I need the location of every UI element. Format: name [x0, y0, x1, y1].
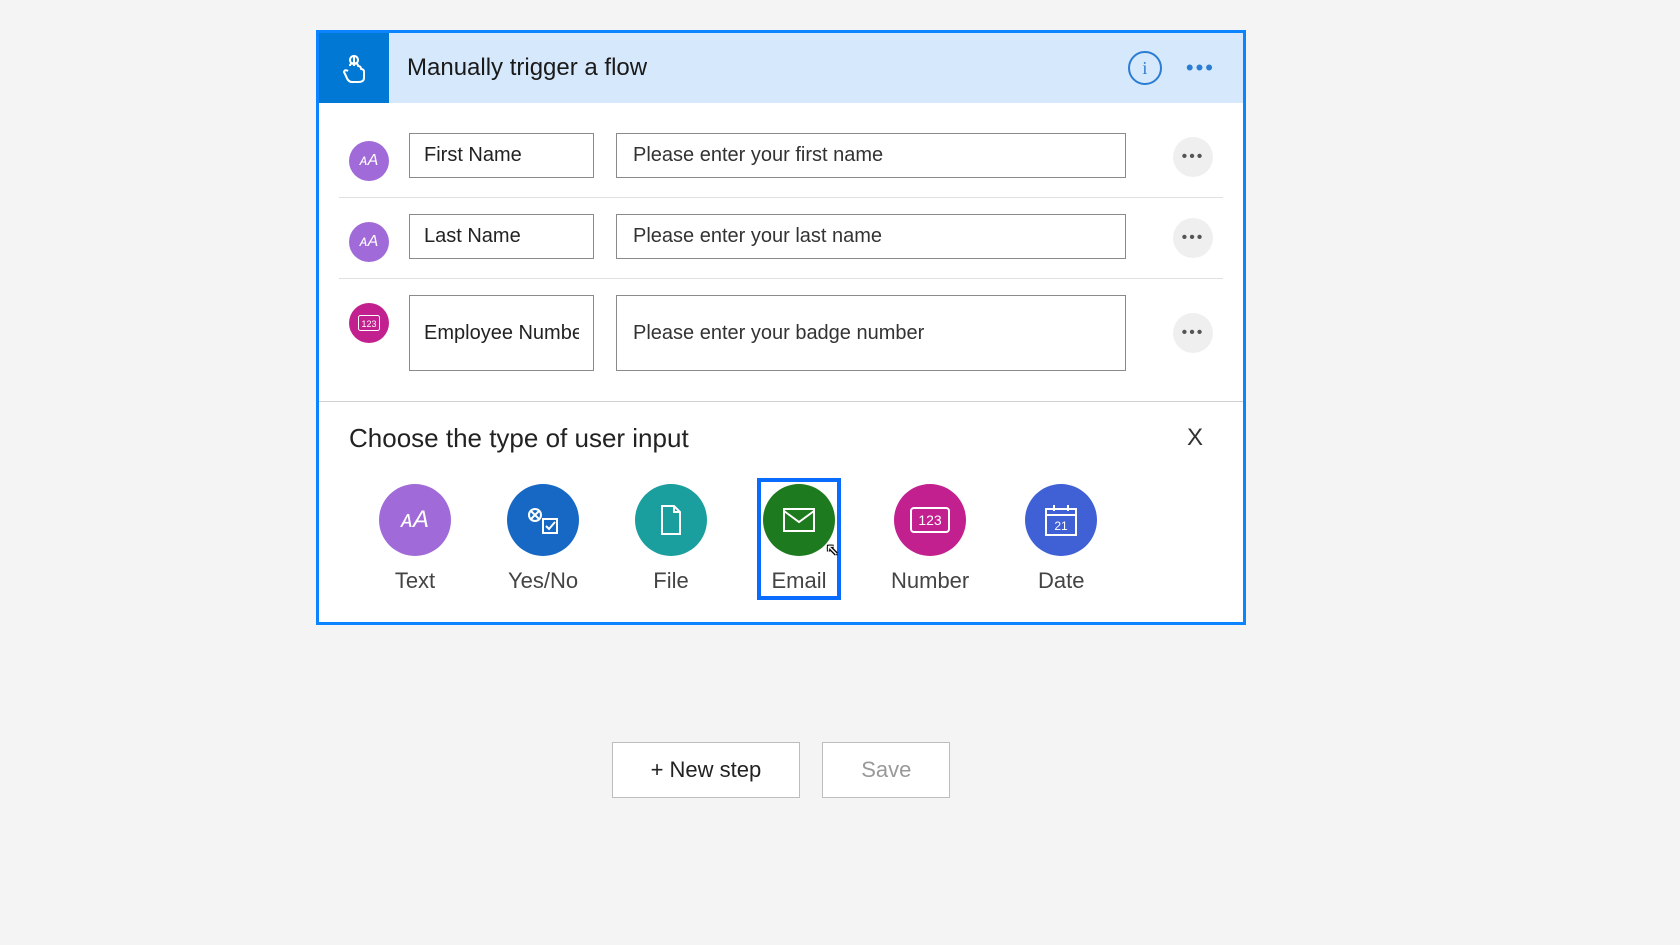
- svg-text:21: 21: [1055, 519, 1069, 533]
- employee-number-placeholder-input[interactable]: [616, 295, 1126, 371]
- save-button[interactable]: Save: [822, 742, 950, 798]
- input-rows: ᴀA ••• ᴀA ••• 123 •••: [319, 103, 1243, 387]
- text-icon: ᴀA: [379, 484, 451, 556]
- row-more-icon[interactable]: •••: [1173, 137, 1213, 177]
- new-step-button[interactable]: + New step: [612, 742, 801, 798]
- input-row-employee-number: 123 •••: [339, 278, 1223, 387]
- date-icon: 21: [1025, 484, 1097, 556]
- number-icon: 123: [894, 484, 966, 556]
- number-type-icon: 123: [349, 303, 389, 343]
- choose-type-label: Choose the type of user input: [349, 423, 689, 454]
- choose-type-panel: Choose the type of user input X ᴀA Text …: [319, 402, 1243, 622]
- type-option-email[interactable]: ↖ Email: [757, 478, 841, 600]
- type-label: Email: [771, 568, 826, 594]
- type-label: Text: [395, 568, 435, 594]
- type-label: Yes/No: [508, 568, 578, 594]
- yesno-icon: [507, 484, 579, 556]
- type-label: Number: [891, 568, 969, 594]
- input-row-last-name: ᴀA •••: [339, 197, 1223, 278]
- row-more-icon[interactable]: •••: [1173, 218, 1213, 258]
- type-option-yesno[interactable]: Yes/No: [501, 478, 585, 600]
- text-type-icon: ᴀA: [349, 141, 389, 181]
- type-label: File: [653, 568, 688, 594]
- info-icon[interactable]: i: [1128, 51, 1162, 85]
- footer-actions: + New step Save: [316, 742, 1246, 798]
- svg-text:123: 123: [361, 319, 376, 329]
- type-option-text[interactable]: ᴀA Text: [373, 478, 457, 600]
- email-icon: ↖: [763, 484, 835, 556]
- input-row-first-name: ᴀA •••: [339, 117, 1223, 197]
- type-options: ᴀA Text Yes/No File ↖ Emai: [349, 478, 1213, 600]
- svg-text:123: 123: [918, 512, 942, 528]
- file-icon: [635, 484, 707, 556]
- close-icon[interactable]: X: [1177, 420, 1213, 456]
- type-option-file[interactable]: File: [629, 478, 713, 600]
- card-header: Manually trigger a flow i •••: [319, 33, 1243, 103]
- type-option-date[interactable]: 21 Date: [1019, 478, 1103, 600]
- trigger-card: Manually trigger a flow i ••• ᴀA ••• ᴀA …: [316, 30, 1246, 625]
- last-name-placeholder-input[interactable]: [616, 214, 1126, 259]
- employee-number-label-input[interactable]: [409, 295, 594, 371]
- manual-trigger-icon: [319, 33, 389, 103]
- text-type-icon: ᴀA: [349, 222, 389, 262]
- choose-header: Choose the type of user input X: [349, 420, 1213, 456]
- first-name-placeholder-input[interactable]: [616, 133, 1126, 178]
- type-label: Date: [1038, 568, 1084, 594]
- more-menu-icon[interactable]: •••: [1186, 55, 1215, 81]
- header-actions: i •••: [1128, 51, 1243, 85]
- first-name-label-input[interactable]: [409, 133, 594, 178]
- cursor-icon: ↖: [826, 540, 839, 560]
- type-option-number[interactable]: 123 Number: [885, 478, 975, 600]
- last-name-label-input[interactable]: [409, 214, 594, 259]
- card-title: Manually trigger a flow: [389, 54, 1128, 82]
- row-more-icon[interactable]: •••: [1173, 313, 1213, 353]
